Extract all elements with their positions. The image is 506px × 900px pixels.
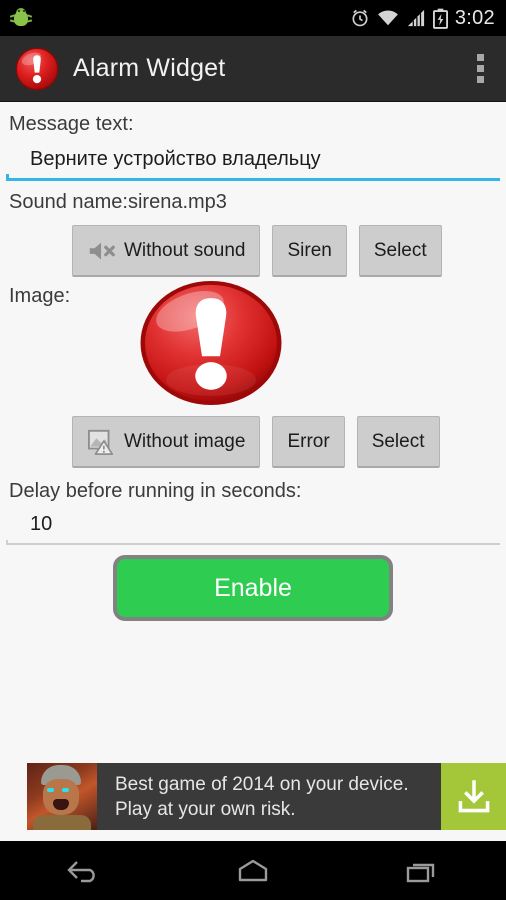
sound-name-label: Sound name:sirena.mp3 (9, 191, 227, 213)
message-text-label: Message text: (9, 113, 134, 135)
delay-input-underline (6, 540, 500, 545)
ad-download-button[interactable] (441, 763, 506, 830)
siren-button[interactable]: Siren (272, 225, 347, 277)
battery-charging-icon (432, 8, 448, 29)
red-exclamation-circle-image[interactable] (136, 277, 286, 414)
status-bar-system-icons: 3:02 (350, 7, 506, 30)
ad-line-2: Play at your own risk. (115, 798, 296, 820)
ad-thumbnail-image (27, 763, 97, 830)
back-button[interactable] (39, 850, 129, 892)
image-section: Image: (0, 277, 506, 412)
image-select-button-label: Select (371, 430, 425, 452)
image-button-row: Without image Error Select (0, 412, 506, 468)
alarm-exclamation-icon[interactable] (14, 46, 60, 92)
image-select-button[interactable]: Select (356, 416, 440, 468)
sound-button-row: Without sound Siren Select (0, 214, 506, 277)
ad-text: Best game of 2014 on your device. Play a… (97, 763, 441, 830)
delay-input-value[interactable]: 10 (6, 507, 500, 543)
delay-label: Delay before running in seconds: (9, 480, 302, 502)
without-sound-button-label: Without sound (124, 239, 246, 261)
alarm-clock-icon (352, 9, 368, 27)
message-input-underline (6, 174, 500, 181)
without-image-button[interactable]: Without image (72, 416, 261, 468)
broken-image-icon (87, 428, 117, 456)
delay-input[interactable]: 10 (6, 507, 500, 545)
status-bar-notifications (0, 8, 350, 28)
app-screen: 3:02 Alarm Widget Message text: Верните … (0, 0, 506, 900)
status-bar-clock: 3:02 (454, 6, 495, 29)
error-image-button[interactable]: Error (272, 416, 345, 468)
enable-button-label: Enable (214, 573, 292, 602)
without-sound-button[interactable]: Without sound (72, 225, 261, 277)
back-icon (67, 860, 96, 882)
main-content: Message text: Верните устройство владель… (0, 103, 506, 758)
sound-select-button-label: Select (373, 239, 427, 261)
android-bug-icon (9, 8, 33, 28)
sound-select-button[interactable]: Select (358, 225, 442, 277)
ad-banner[interactable]: Best game of 2014 on your device. Play a… (27, 763, 506, 830)
signal-icon (407, 9, 424, 27)
overflow-menu-icon[interactable] (468, 46, 486, 91)
enable-button[interactable]: Enable (113, 555, 393, 621)
page-title: Alarm Widget (73, 54, 226, 82)
without-image-button-label: Without image (124, 430, 246, 452)
status-bar: 3:02 (0, 0, 506, 36)
image-label: Image: (9, 285, 71, 307)
recent-apps-icon (406, 863, 434, 882)
action-bar: Alarm Widget (0, 36, 506, 102)
recent-apps-button[interactable] (377, 850, 467, 892)
home-icon (238, 859, 268, 881)
navigation-bar (0, 841, 506, 900)
error-image-button-label: Error (287, 430, 330, 452)
download-icon (458, 779, 489, 812)
message-input[interactable]: Верните устройство владельцу (6, 142, 500, 181)
home-button[interactable] (208, 850, 298, 892)
wifi-icon (377, 10, 398, 26)
ad-line-1: Best game of 2014 on your device. (115, 773, 409, 795)
speaker-mute-icon (87, 239, 117, 263)
siren-button-label: Siren (287, 239, 332, 261)
message-input-value[interactable]: Верните устройство владельцу (6, 142, 500, 178)
